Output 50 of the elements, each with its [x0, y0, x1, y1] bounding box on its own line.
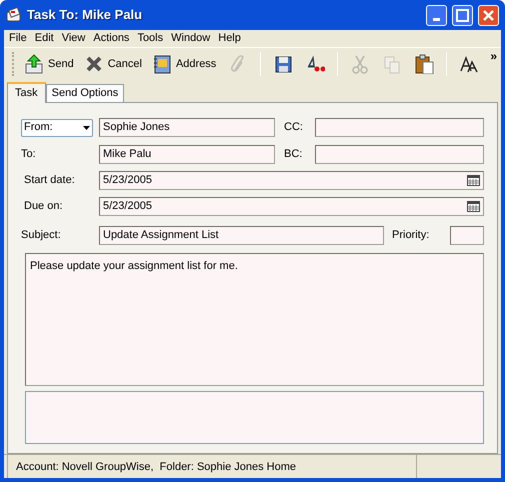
field-label: BC: [284, 148, 302, 160]
envelope-up-arrow-icon [24, 54, 44, 74]
from-dropdown[interactable]: From: [21, 118, 93, 136]
minimize-button[interactable] [426, 4, 447, 26]
tab[interactable]: Send Options [46, 84, 124, 102]
maximize-button[interactable] [452, 4, 473, 26]
menu-item[interactable]: View [58, 30, 90, 47]
calendar-icon[interactable] [467, 201, 480, 212]
tab[interactable]: Task [7, 82, 46, 103]
menu-item[interactable]: Actions [89, 30, 134, 47]
copy-pages-icon [382, 54, 402, 74]
field-label: Subject: [21, 229, 61, 242]
field-label: Due on: [24, 200, 63, 212]
due-date-field[interactable]: 5/23/2005 [99, 197, 484, 216]
cc-field[interactable] [315, 118, 484, 137]
status-text: Account: Novell GroupWise, Folder: Sophie Jones Home [16, 461, 296, 473]
menu-item[interactable]: File [5, 30, 31, 47]
menu-item[interactable]: Help [214, 30, 245, 47]
font-size-icon [459, 54, 480, 74]
start-date-field[interactable]: 5/23/2005 [99, 171, 484, 190]
minimize-icon [433, 18, 440, 20]
message-field[interactable]: Please update your assignment list for me. [25, 253, 484, 386]
address-book-icon [152, 54, 172, 74]
from-field[interactable]: Sophie Jones [99, 118, 275, 137]
x-icon [84, 54, 104, 74]
bc-field[interactable] [315, 145, 484, 164]
clipboard-icon [414, 54, 434, 74]
calendar-icon[interactable] [467, 175, 480, 186]
menu-item[interactable]: Edit [30, 30, 58, 47]
maximize-icon [456, 8, 469, 22]
priority-field[interactable] [450, 226, 484, 245]
menu-item[interactable]: Window [167, 30, 214, 47]
scissors-icon [350, 54, 370, 74]
subject-field[interactable]: Update Assignment List [99, 226, 384, 245]
dropdown-arrow-icon [83, 126, 90, 130]
window-title: Task To: Mike Palu [27, 6, 144, 24]
cancel-button[interactable]: Cancel [80, 51, 145, 77]
overflow-button[interactable]: » [490, 50, 497, 62]
field-label: Start date: [24, 174, 75, 186]
menu-item[interactable]: Tools [133, 30, 168, 47]
attachment-area[interactable] [25, 391, 484, 444]
close-button[interactable] [478, 4, 499, 26]
address-button[interactable]: Address [148, 51, 220, 77]
field-label: Priority: [392, 229, 430, 242]
close-icon [483, 10, 494, 20]
field-label: To: [21, 148, 36, 160]
notepad-icon [6, 7, 22, 23]
field-label: CC: [284, 121, 303, 134]
send-button[interactable]: Send [21, 51, 77, 77]
to-field[interactable]: Mike Palu [99, 145, 275, 164]
